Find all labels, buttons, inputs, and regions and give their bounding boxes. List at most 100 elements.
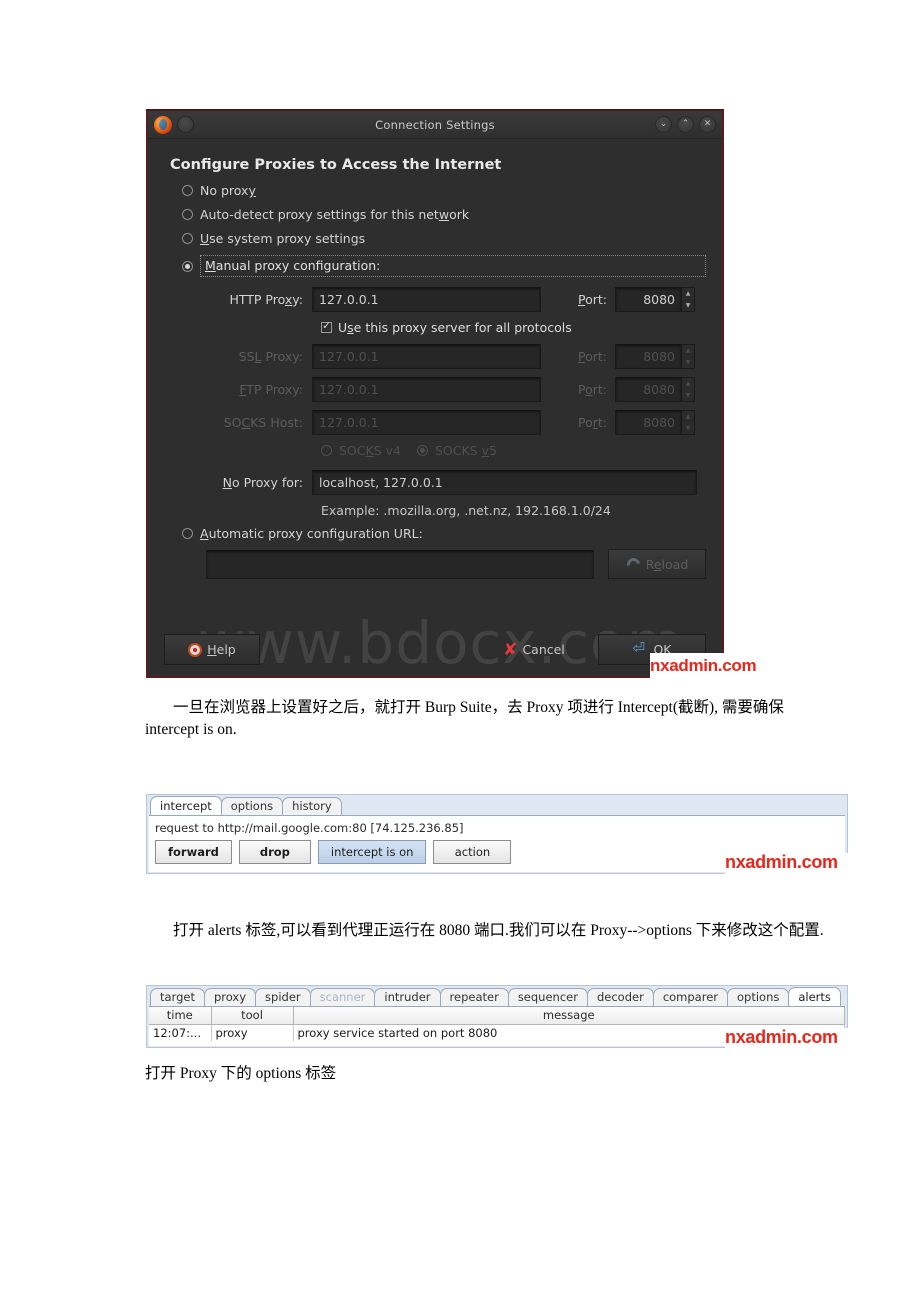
socks-version-group: SOCKS v4 SOCKS v5 bbox=[321, 443, 706, 458]
radio-indicator bbox=[182, 185, 193, 196]
ssl-port-label: Port: bbox=[578, 349, 607, 364]
ftp-port-stepper: 8080 ▲ ▼ bbox=[615, 377, 695, 402]
tab-alerts[interactable]: alerts bbox=[788, 987, 841, 1006]
tab-intruder[interactable]: intruder bbox=[374, 988, 441, 1006]
http-port-label: Port: bbox=[578, 292, 607, 307]
http-port-input[interactable]: 8080 bbox=[615, 287, 682, 312]
cell-tool: proxy bbox=[211, 1024, 294, 1041]
main-tab-strip: target proxy spider scanner intruder rep… bbox=[147, 986, 847, 1006]
port-spinner-buttons: ▲ ▼ bbox=[682, 344, 695, 369]
socks-host-input: 127.0.0.1 bbox=[312, 410, 541, 435]
tab-decoder[interactable]: decoder bbox=[586, 988, 654, 1006]
radio-no-proxy[interactable]: No proxy bbox=[182, 183, 706, 198]
radio-manual-proxy-configuration[interactable]: Manual proxy configuration: bbox=[182, 255, 706, 277]
spinner-down-icon: ▼ bbox=[685, 391, 691, 399]
tab-proxy[interactable]: proxy bbox=[203, 988, 257, 1006]
connection-settings-dialog: Connection Settings ⌄ ⌃ ✕ Configure Prox… bbox=[146, 109, 724, 678]
socks-host-row: SOCKS Host: 127.0.0.1 Port: 8080 ▲ ▼ bbox=[164, 410, 706, 435]
port-spinner-buttons: ▲ ▼ bbox=[682, 410, 695, 435]
radio-auto-detect-proxy[interactable]: Auto-detect proxy settings for this netw… bbox=[182, 207, 706, 222]
spinner-up-icon: ▲ bbox=[685, 413, 691, 420]
http-proxy-row: HTTP Proxy: 127.0.0.1 Port: 8080 ▲ ▼ bbox=[164, 287, 706, 312]
cancel-button-label: Cancel bbox=[522, 642, 565, 657]
no-proxy-example-text: Example: .mozilla.org, .net.nz, 192.168.… bbox=[321, 503, 611, 518]
port-spinner-buttons: ▲ ▼ bbox=[682, 377, 695, 402]
ssl-proxy-label: SSL Proxy: bbox=[238, 349, 303, 364]
tab-comparer[interactable]: comparer bbox=[652, 988, 728, 1006]
socks-port-stepper: 8080 ▲ ▼ bbox=[615, 410, 695, 435]
refresh-icon bbox=[626, 557, 641, 572]
spinner-down-icon[interactable]: ▼ bbox=[682, 300, 694, 312]
ftp-proxy-row: FTP Proxy: 127.0.0.1 Port: 8080 ▲ ▼ bbox=[164, 377, 706, 402]
ssl-port-stepper: 8080 ▲ ▼ bbox=[615, 344, 695, 369]
table-header-row: time tool message bbox=[149, 1007, 845, 1025]
maximize-icon[interactable]: ⌃ bbox=[677, 116, 694, 133]
tab-sequencer[interactable]: sequencer bbox=[507, 988, 588, 1006]
nxadmin-watermark-badge: nxadmin.com bbox=[725, 853, 849, 875]
close-icon[interactable]: ✕ bbox=[699, 116, 716, 133]
tab-spider[interactable]: spider bbox=[255, 988, 311, 1006]
radio-label: No proxy bbox=[200, 183, 256, 198]
action-button[interactable]: action bbox=[433, 840, 512, 864]
paragraph-text: 打开 alerts 标签,可以看到代理正运行在 8080 端口.我们可以在 Pr… bbox=[173, 922, 824, 939]
column-header-time[interactable]: time bbox=[149, 1007, 212, 1025]
ftp-port-input: 8080 bbox=[615, 377, 682, 402]
checkbox-use-proxy-all-protocols[interactable]: Use this proxy server for all protocols bbox=[321, 319, 706, 335]
spinner-up-icon: ▲ bbox=[685, 380, 691, 387]
ftp-proxy-label: FTP Proxy: bbox=[239, 382, 303, 397]
tab-history[interactable]: history bbox=[282, 797, 342, 815]
tab-options[interactable]: options bbox=[220, 797, 284, 815]
tab-options[interactable]: options bbox=[727, 988, 790, 1006]
cancel-button[interactable]: ✘ Cancel bbox=[480, 634, 588, 665]
forward-button[interactable]: forward bbox=[155, 840, 232, 864]
spinner-up-icon[interactable]: ▲ bbox=[682, 288, 694, 300]
radio-label: Manual proxy configuration: bbox=[200, 255, 706, 277]
radio-indicator bbox=[182, 233, 193, 244]
window-menu-icon[interactable] bbox=[177, 116, 194, 133]
ssl-proxy-row: SSL Proxy: 127.0.0.1 Port: 8080 ▲ ▼ bbox=[164, 344, 706, 369]
ssl-port-input: 8080 bbox=[615, 344, 682, 369]
close-x-icon: ✘ bbox=[503, 639, 518, 660]
tab-intercept[interactable]: intercept bbox=[150, 796, 222, 815]
enter-arrow-icon bbox=[632, 639, 648, 657]
radio-indicator bbox=[182, 209, 193, 220]
dialog-title: Connection Settings bbox=[375, 117, 495, 132]
minimize-icon[interactable]: ⌄ bbox=[655, 116, 672, 133]
reload-button[interactable]: Reload bbox=[608, 549, 706, 579]
ssl-proxy-input: 127.0.0.1 bbox=[312, 344, 541, 369]
reload-button-label: Reload bbox=[645, 556, 689, 572]
radio-label: Auto-detect proxy settings for this netw… bbox=[200, 207, 470, 222]
radio-socks-v4-label: SOCKS v4 bbox=[339, 443, 401, 458]
dialog-titlebar[interactable]: Connection Settings ⌄ ⌃ ✕ bbox=[148, 111, 722, 139]
lifebuoy-help-icon bbox=[188, 642, 203, 657]
checkbox-label: Use this proxy server for all protocols bbox=[338, 320, 572, 335]
dialog-button-bar: Help ✘ Cancel OK bbox=[164, 634, 706, 666]
column-header-message[interactable]: message bbox=[293, 1007, 845, 1025]
tab-target[interactable]: target bbox=[150, 988, 205, 1006]
no-proxy-for-input[interactable]: localhost, 127.0.0.1 bbox=[312, 470, 697, 495]
radio-socks-v5-label: SOCKS v5 bbox=[434, 443, 497, 458]
pac-url-row: Reload bbox=[206, 549, 706, 579]
radio-indicator bbox=[182, 260, 193, 272]
radio-automatic-proxy-configuration-url[interactable]: Automatic proxy configuration URL: bbox=[182, 526, 706, 541]
tab-repeater[interactable]: repeater bbox=[439, 988, 509, 1006]
intercept-toggle-button[interactable]: intercept is on bbox=[317, 840, 427, 864]
drop-button[interactable]: drop bbox=[238, 840, 311, 864]
pac-url-input[interactable] bbox=[206, 549, 594, 579]
window-controls: ⌄ ⌃ ✕ bbox=[655, 116, 716, 133]
nxadmin-watermark-badge: nxadmin.com bbox=[725, 1028, 849, 1050]
radio-indicator bbox=[321, 445, 332, 456]
radio-indicator bbox=[416, 445, 428, 456]
spinner-up-icon: ▲ bbox=[685, 347, 691, 354]
http-port-stepper[interactable]: 8080 ▲ ▼ bbox=[615, 287, 695, 312]
cell-time: 12:07:... bbox=[149, 1024, 212, 1041]
spinner-down-icon: ▼ bbox=[685, 358, 691, 366]
port-spinner-buttons[interactable]: ▲ ▼ bbox=[682, 287, 695, 312]
column-header-tool[interactable]: tool bbox=[211, 1007, 294, 1025]
no-proxy-for-label: No Proxy for: bbox=[222, 475, 303, 490]
firefox-logo-icon bbox=[154, 115, 172, 134]
radio-use-system-proxy[interactable]: Use system proxy settings bbox=[182, 231, 706, 246]
socks-port-label: Port: bbox=[577, 415, 607, 430]
help-button[interactable]: Help bbox=[164, 634, 260, 665]
http-proxy-input[interactable]: 127.0.0.1 bbox=[312, 287, 541, 312]
